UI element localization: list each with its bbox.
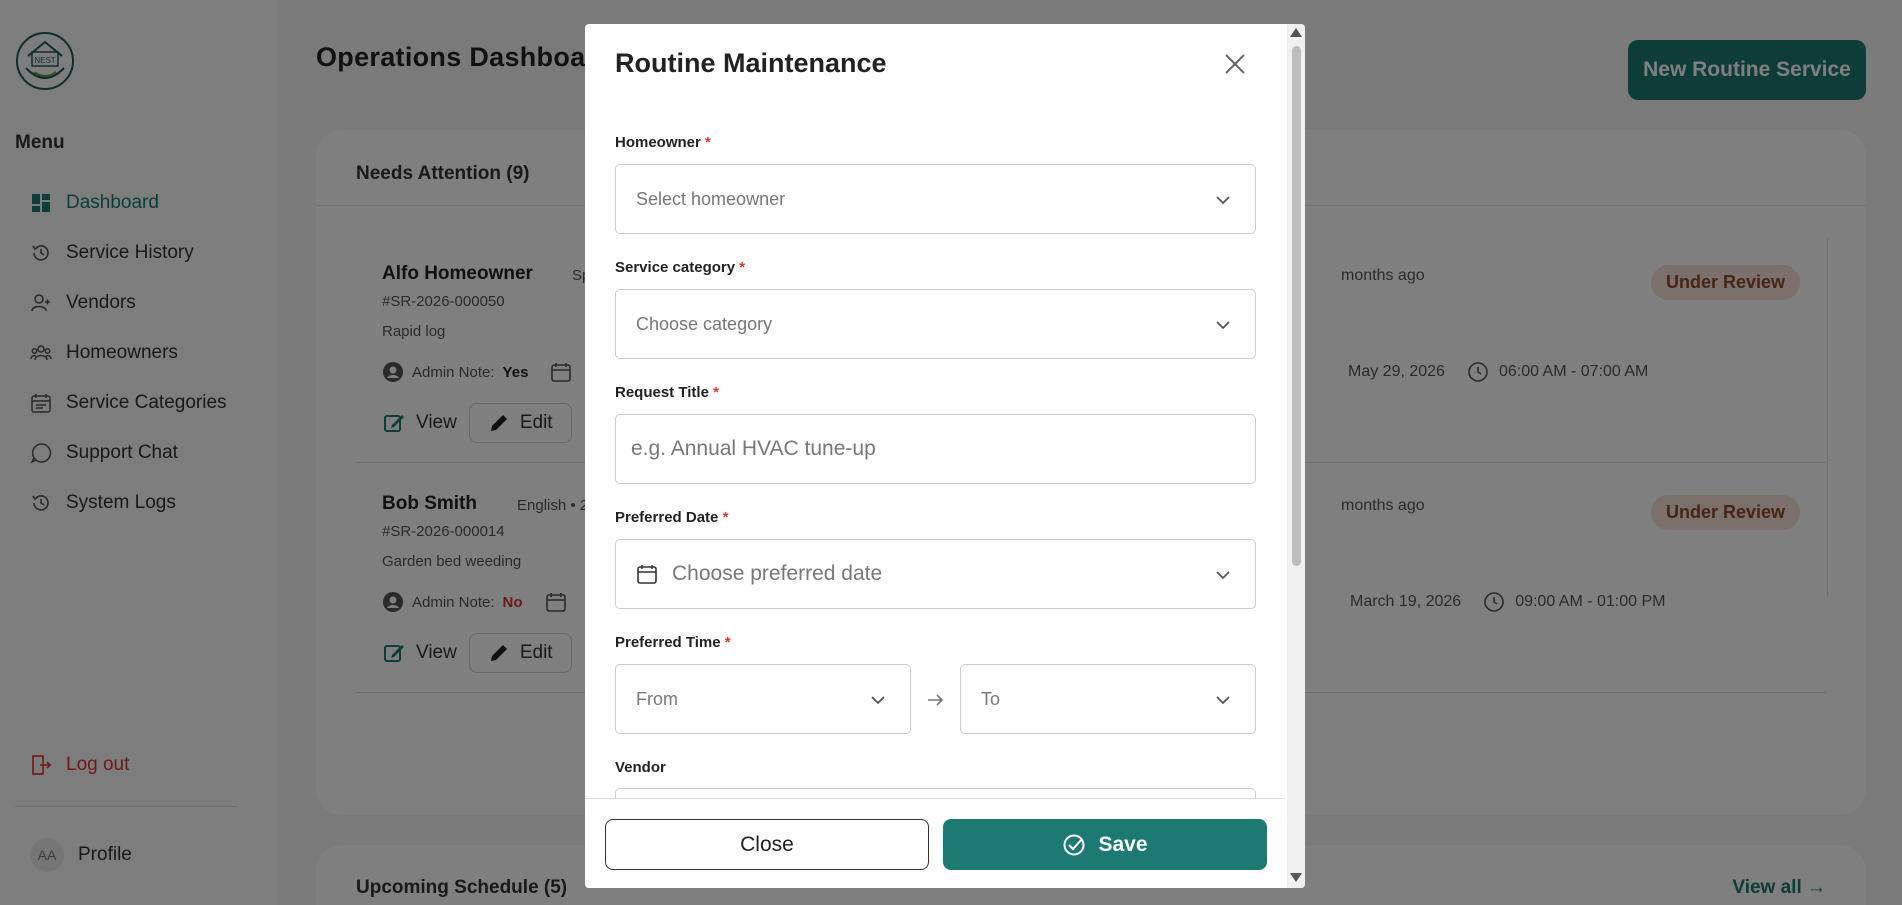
request-title-label-text: Request Title <box>615 384 709 401</box>
save-button[interactable]: Save <box>943 819 1267 870</box>
required-mark: * <box>724 634 731 651</box>
scroll-down-arrow[interactable] <box>1290 873 1302 882</box>
scroll-thumb[interactable] <box>1292 46 1301 566</box>
category-placeholder: Choose category <box>636 313 773 334</box>
required-mark: * <box>722 509 729 526</box>
homeowner-label-text: Homeowner <box>615 134 701 151</box>
homeowner-placeholder: Select homeowner <box>636 188 786 209</box>
vendor-label-text: Vendor <box>615 759 666 776</box>
category-select[interactable]: Choose category <box>615 289 1256 359</box>
chevron-down-icon <box>871 696 885 705</box>
time-from-select[interactable]: From <box>615 664 911 734</box>
chevron-down-icon <box>1216 571 1230 580</box>
chevron-down-icon <box>1216 696 1230 705</box>
category-label-text: Service category <box>615 259 736 276</box>
homeowner-select[interactable]: Select homeowner <box>615 164 1256 234</box>
vendor-label: Vendor <box>615 759 666 776</box>
request-title-placeholder: e.g. Annual HVAC tune-up <box>631 437 876 460</box>
request-title-label: Request Title * <box>615 384 719 401</box>
scroll-up-arrow[interactable] <box>1290 28 1302 37</box>
required-mark: * <box>705 134 711 151</box>
required-mark: * <box>739 259 746 276</box>
modal-title: Routine Maintenance <box>615 48 887 78</box>
preferred-date-label: Preferred Date * <box>615 509 728 526</box>
required-mark: * <box>713 384 719 401</box>
routine-maintenance-modal: Routine Maintenance Homeowner * Select h… <box>585 24 1305 888</box>
preferred-date-picker[interactable]: Choose preferred date <box>615 539 1256 609</box>
time-to-placeholder: To <box>981 688 1001 709</box>
close-icon[interactable] <box>1221 50 1249 78</box>
arrow-right-icon <box>928 694 944 706</box>
time-from-placeholder: From <box>636 688 678 709</box>
save-label: Save <box>1098 832 1148 856</box>
preferred-date-label-text: Preferred Date <box>615 509 719 526</box>
preferred-date-placeholder: Choose preferred date <box>672 562 883 585</box>
modal-footer: Close Save <box>585 798 1285 888</box>
category-label: Service category * <box>615 259 745 276</box>
request-title-input[interactable]: e.g. Annual HVAC tune-up <box>615 414 1256 484</box>
homeowner-label: Homeowner * <box>615 134 711 151</box>
chevron-down-icon <box>1216 321 1230 330</box>
preferred-time-label-text: Preferred Time <box>615 634 721 651</box>
chevron-down-icon <box>1216 196 1230 205</box>
close-button[interactable]: Close <box>605 819 929 870</box>
time-to-select[interactable]: To <box>960 664 1256 734</box>
preferred-time-label: Preferred Time * <box>615 634 731 651</box>
calendar-icon <box>637 565 657 584</box>
modal-scrollbar[interactable] <box>1287 24 1305 888</box>
check-circle-icon <box>1063 834 1085 855</box>
